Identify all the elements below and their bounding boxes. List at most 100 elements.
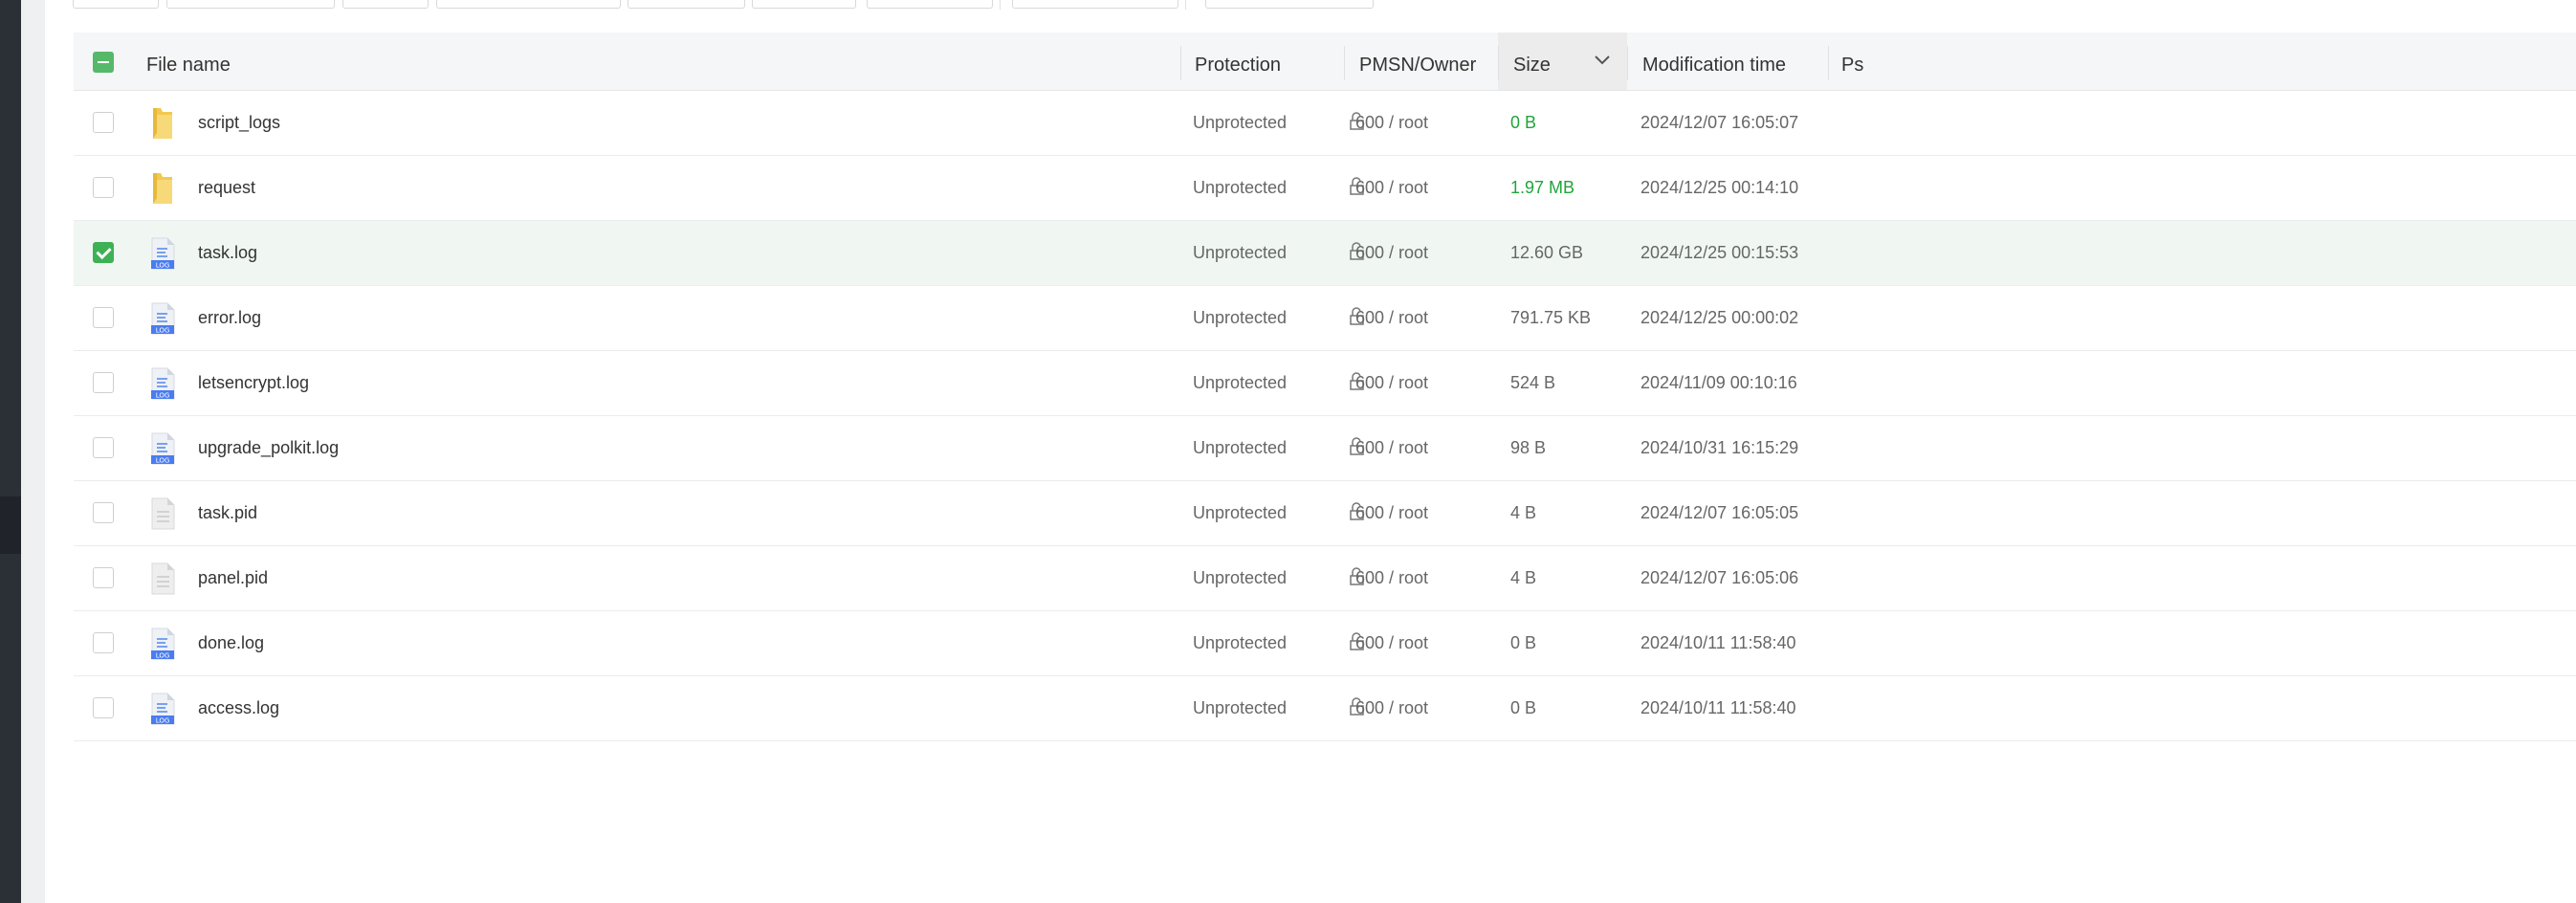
folder-icon: [153, 108, 172, 139]
table-row[interactable]: LOG error.log Unprotected 600 / root 791.75 …: [74, 286, 2576, 351]
file-name[interactable]: letsencrypt.log: [198, 351, 309, 415]
log-file-icon: LOG: [151, 237, 175, 270]
header-protection[interactable]: Protection: [1195, 33, 1281, 90]
header-file-name[interactable]: File name: [146, 33, 231, 90]
table-row[interactable]: LOG task.log Unprotected 600 / root 12.60 GB…: [74, 221, 2576, 286]
toolbar-button-4[interactable]: [436, 0, 621, 9]
modification-time: 2024/11/09 00:10:16: [1640, 373, 1797, 392]
sort-chevron-down-icon[interactable]: [1594, 52, 1611, 69]
toolbar-button-1[interactable]: [73, 0, 159, 9]
table-header: File name Protection PMSN/Owner Size Mod…: [74, 33, 2576, 91]
protection-status[interactable]: Unprotected: [1193, 676, 1287, 740]
file-name[interactable]: upgrade_polkit.log: [198, 416, 339, 480]
svg-text:LOG: LOG: [156, 392, 170, 400]
table-row[interactable]: request Unprotected 600 / root 1.97 MB 2024/…: [74, 156, 2576, 221]
table-row[interactable]: script_logs Unprotected 600 / root 0 B 2024/…: [74, 91, 2576, 156]
toolbar-separator: [1185, 0, 1186, 10]
permission-owner[interactable]: 600 / root: [1355, 351, 1428, 415]
toolbar-button-7[interactable]: [867, 0, 993, 9]
toolbar-button-2[interactable]: [166, 0, 335, 9]
protection-status[interactable]: Unprotected: [1193, 351, 1287, 415]
protection-status[interactable]: Unprotected: [1193, 221, 1287, 285]
permission-owner[interactable]: 600 / root: [1355, 286, 1428, 350]
toolbar-button-6[interactable]: [752, 0, 856, 9]
table-row[interactable]: LOG upgrade_polkit.log Unprotected 600 / ro…: [74, 416, 2576, 481]
modification-time: 2024/12/07 16:05:07: [1640, 113, 1799, 132]
row-checkbox[interactable]: [93, 242, 114, 263]
modification-time: 2024/12/25 00:00:02: [1640, 308, 1799, 327]
header-modification-time[interactable]: Modification time: [1642, 33, 1786, 90]
protection-status[interactable]: Unprotected: [1193, 91, 1287, 155]
permission-owner[interactable]: 600 / root: [1355, 676, 1428, 740]
permission-owner[interactable]: 600 / root: [1355, 221, 1428, 285]
column-divider: [1180, 46, 1181, 80]
table-row[interactable]: LOG access.log Unprotected 600 / root 0 B 202…: [74, 676, 2576, 741]
toolbar-button-5[interactable]: [627, 0, 745, 9]
svg-text:LOG: LOG: [156, 717, 170, 725]
toolbar-button-8[interactable]: [1012, 0, 1178, 9]
select-all-checkbox[interactable]: [93, 52, 114, 73]
table-row[interactable]: task.pid Unprotected 600 / root 4 B 2024/12/…: [74, 481, 2576, 546]
sidebar-active-item[interactable]: [0, 496, 21, 554]
svg-text:LOG: LOG: [156, 327, 170, 335]
table-row[interactable]: panel.pid Unprotected 600 / root 4 B 2024/12…: [74, 546, 2576, 611]
file-size: 0 B: [1510, 633, 1537, 652]
protection-status[interactable]: Unprotected: [1193, 546, 1287, 610]
log-file-icon: LOG: [151, 693, 175, 725]
table-row[interactable]: LOG letsencrypt.log Unprotected 600 / root 5…: [74, 351, 2576, 416]
file-size[interactable]: 0 B: [1510, 91, 1536, 155]
protection-status[interactable]: Unprotected: [1193, 286, 1287, 350]
row-checkbox[interactable]: [93, 502, 114, 523]
log-file-icon: LOG: [151, 432, 175, 465]
protection-status[interactable]: Unprotected: [1193, 156, 1287, 220]
file-name[interactable]: done.log: [198, 611, 264, 675]
toolbar-button-3[interactable]: [342, 0, 429, 9]
row-checkbox[interactable]: [93, 632, 114, 653]
toolbar: [73, 0, 1412, 10]
row-checkbox[interactable]: [93, 112, 114, 133]
header-ps[interactable]: Ps: [1841, 33, 1863, 90]
permission-owner[interactable]: 600 / root: [1355, 481, 1428, 545]
file-name[interactable]: panel.pid: [198, 546, 268, 610]
column-divider: [1498, 46, 1499, 80]
file-size[interactable]: 1.97 MB: [1510, 156, 1574, 220]
table-row[interactable]: LOG done.log Unprotected 600 / root 0 B 2024/…: [74, 611, 2576, 676]
row-checkbox[interactable]: [93, 177, 114, 198]
file-name[interactable]: script_logs: [198, 91, 280, 155]
row-checkbox[interactable]: [93, 437, 114, 458]
modification-time: 2024/12/07 16:05:05: [1640, 503, 1799, 522]
protection-status[interactable]: Unprotected: [1193, 611, 1287, 675]
toolbar-button-9[interactable]: [1205, 0, 1374, 9]
row-checkbox[interactable]: [93, 697, 114, 718]
svg-text:LOG: LOG: [156, 652, 170, 660]
permission-owner[interactable]: 600 / root: [1355, 611, 1428, 675]
column-divider: [1627, 46, 1628, 80]
protection-status[interactable]: Unprotected: [1193, 416, 1287, 480]
modification-time: 2024/12/25 00:15:53: [1640, 243, 1799, 262]
row-checkbox[interactable]: [93, 372, 114, 393]
row-checkbox[interactable]: [93, 567, 114, 588]
permission-owner[interactable]: 600 / root: [1355, 546, 1428, 610]
permission-owner[interactable]: 600 / root: [1355, 91, 1428, 155]
file-name[interactable]: access.log: [198, 676, 279, 740]
permission-owner[interactable]: 600 / root: [1355, 156, 1428, 220]
toolbar-separator: [1000, 0, 1001, 10]
file-size: 524 B: [1510, 373, 1556, 392]
modification-time: 2024/10/31 16:15:29: [1640, 438, 1799, 457]
permission-owner[interactable]: 600 / root: [1355, 416, 1428, 480]
header-size[interactable]: Size: [1513, 33, 1551, 90]
file-name[interactable]: task.log: [198, 221, 257, 285]
file-name[interactable]: task.pid: [198, 481, 257, 545]
text-file-icon: [151, 562, 175, 595]
header-pmsn-owner[interactable]: PMSN/Owner: [1359, 33, 1476, 90]
row-checkbox[interactable]: [93, 307, 114, 328]
file-name[interactable]: request: [198, 156, 255, 220]
table-body: script_logs Unprotected 600 / root 0 B 2024/…: [74, 91, 2576, 741]
file-size: 791.75 KB: [1510, 308, 1592, 327]
modification-time: 2024/12/25 00:14:10: [1640, 178, 1799, 197]
file-name[interactable]: error.log: [198, 286, 261, 350]
protection-status[interactable]: Unprotected: [1193, 481, 1287, 545]
left-sidebar: [0, 0, 21, 903]
folder-icon: [153, 173, 172, 204]
modification-time: 2024/12/07 16:05:06: [1640, 568, 1799, 587]
